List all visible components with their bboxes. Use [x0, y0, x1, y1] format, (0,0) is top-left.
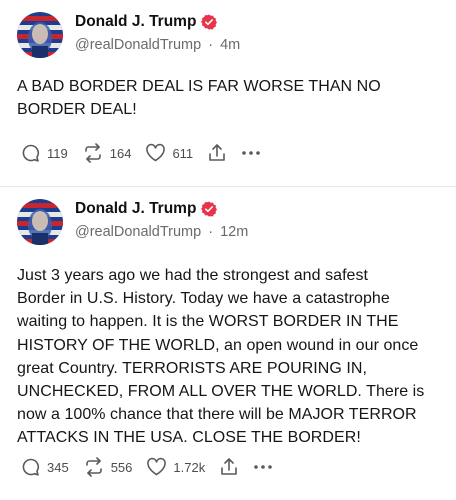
share-icon	[219, 457, 239, 477]
author-name[interactable]: Donald J. Trump	[75, 13, 196, 31]
share-button[interactable]	[219, 457, 239, 477]
heart-icon	[146, 457, 167, 477]
reply-icon	[21, 457, 41, 477]
heart-icon	[145, 143, 166, 163]
repost-count: 164	[109, 145, 132, 161]
repost-count: 556	[110, 459, 133, 475]
more-button[interactable]	[253, 464, 273, 470]
post-time[interactable]: 12m	[220, 224, 248, 240]
reply-count: 345	[47, 459, 69, 475]
separator: ·	[208, 37, 214, 53]
repost-icon	[82, 143, 104, 163]
post-text: A BAD BORDER DEAL IS FAR WORSE THAN NO B…	[17, 78, 381, 118]
author-handle[interactable]: @realDonaldTrump	[75, 37, 201, 53]
author-info: Donald J. Trump @realDonaldTrump · 4m	[75, 10, 240, 53]
like-button[interactable]: 1.72k	[146, 457, 205, 477]
like-button[interactable]: 611	[145, 143, 193, 163]
repost-button[interactable]: 164	[82, 143, 132, 163]
avatar[interactable]	[17, 12, 63, 58]
repost-button[interactable]: 556	[83, 457, 133, 477]
share-button[interactable]	[207, 143, 227, 163]
post-header: Donald J. Trump @realDonaldTrump · 4m	[17, 10, 439, 58]
author-name[interactable]: Donald J. Trump	[75, 200, 196, 218]
post-actions: 345 556 1.72k	[21, 457, 287, 477]
more-icon	[241, 150, 261, 156]
reply-button[interactable]: 345	[21, 457, 69, 477]
reply-count: 119	[47, 145, 68, 161]
post-header: Donald J. Trump @realDonaldTrump · 12m	[17, 197, 439, 245]
reply-button[interactable]: 119	[21, 143, 68, 163]
share-icon	[207, 143, 227, 163]
more-icon	[253, 464, 273, 470]
author-info: Donald J. Trump @realDonaldTrump · 12m	[75, 197, 248, 240]
like-count: 1.72k	[173, 459, 206, 475]
post-text: Just 3 years ago we had the strongest an…	[17, 267, 425, 447]
reply-icon	[21, 143, 41, 163]
more-button[interactable]	[241, 150, 261, 156]
repost-icon	[83, 457, 105, 477]
verified-badge-icon	[201, 14, 218, 30]
post[interactable]: Donald J. Trump @realDonaldTrump · 12m J…	[0, 187, 456, 500]
post-actions: 119 164 611	[21, 143, 275, 163]
avatar[interactable]	[17, 199, 63, 245]
like-count: 611	[172, 145, 194, 161]
author-handle[interactable]: @realDonaldTrump	[75, 224, 201, 240]
separator: ·	[208, 224, 214, 240]
post[interactable]: Donald J. Trump @realDonaldTrump · 4m A …	[0, 0, 456, 187]
post-time[interactable]: 4m	[220, 37, 240, 53]
verified-badge-icon	[201, 201, 218, 217]
